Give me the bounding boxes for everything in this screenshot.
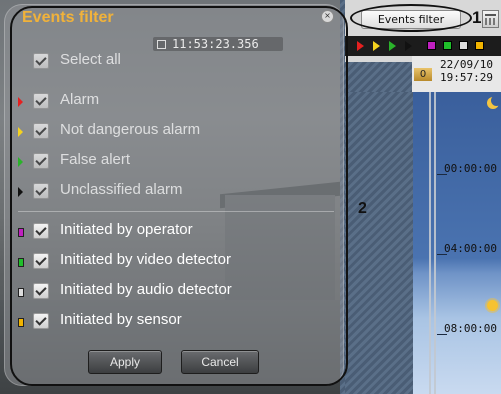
video-detector-icon[interactable] bbox=[443, 41, 452, 50]
callout-ellipse bbox=[350, 4, 472, 32]
false-alert-checkbox[interactable] bbox=[33, 153, 49, 169]
timeline-toolbar bbox=[345, 36, 501, 56]
panel-title: Events filter bbox=[22, 9, 114, 26]
filter-row-audio-detector[interactable]: Initiated by audio detector bbox=[18, 281, 318, 307]
alarm-label: Alarm bbox=[60, 91, 100, 108]
calendar-icon[interactable] bbox=[482, 10, 499, 28]
sensor-event-icon[interactable] bbox=[475, 41, 484, 50]
camera-icon bbox=[157, 39, 166, 49]
select-all-row[interactable]: Select all bbox=[18, 51, 318, 77]
cancel-button[interactable]: Cancel bbox=[181, 350, 259, 374]
filter-row-not-dangerous[interactable]: Not dangerous alarm bbox=[18, 121, 318, 147]
sensor-marker-icon bbox=[18, 318, 24, 327]
panel-separator bbox=[18, 211, 334, 212]
camera-timestamp: 11:53:23.356 bbox=[153, 37, 283, 51]
yellow-event-icon[interactable] bbox=[373, 41, 380, 51]
video-detector-label: Initiated by video detector bbox=[60, 251, 231, 268]
select-all-label: Select all bbox=[60, 51, 121, 68]
false-alert-label: False alert bbox=[60, 151, 131, 168]
alarm-checkbox[interactable] bbox=[33, 93, 49, 109]
filter-row-false-alert[interactable]: False alert bbox=[18, 151, 318, 177]
green-event-icon[interactable] bbox=[389, 41, 396, 51]
callout-number-2: 2 bbox=[358, 200, 367, 217]
timeline-datetime: 22/09/10 19:57:29 bbox=[440, 58, 493, 84]
sensor-label: Initiated by sensor bbox=[60, 311, 182, 328]
timeline-left-strip bbox=[345, 92, 413, 394]
moon-icon bbox=[487, 95, 501, 109]
timeline-time-label: 04:00:00 bbox=[444, 242, 497, 255]
unclassified-marker-icon bbox=[18, 187, 23, 197]
filter-row-video-detector[interactable]: Initiated by video detector bbox=[18, 251, 318, 277]
timeline-time: 19:57:29 bbox=[440, 71, 493, 84]
filter-row-sensor[interactable]: Initiated by sensor bbox=[18, 311, 318, 337]
unclassified-label: Unclassified alarm bbox=[60, 181, 183, 198]
unclassified-checkbox[interactable] bbox=[33, 183, 49, 199]
audio-detector-marker-icon bbox=[18, 288, 24, 297]
alarm-marker-icon bbox=[18, 97, 23, 107]
red-event-icon[interactable] bbox=[357, 41, 364, 51]
operator-checkbox[interactable] bbox=[33, 223, 49, 239]
operator-label: Initiated by operator bbox=[60, 221, 193, 238]
timeline-track-lines bbox=[426, 92, 438, 394]
black-event-icon[interactable] bbox=[405, 41, 412, 51]
not-dangerous-checkbox[interactable] bbox=[33, 123, 49, 139]
close-icon[interactable]: × bbox=[321, 10, 334, 23]
camera-timestamp-text: 11:53:23.356 bbox=[172, 37, 259, 51]
apply-button[interactable]: Apply bbox=[88, 350, 162, 374]
operator-event-icon[interactable] bbox=[427, 41, 436, 50]
filter-row-alarm[interactable]: Alarm bbox=[18, 91, 318, 117]
audio-detector-checkbox[interactable] bbox=[33, 283, 49, 299]
callout-number-1: 1 bbox=[472, 8, 482, 27]
video-detector-checkbox[interactable] bbox=[33, 253, 49, 269]
sensor-checkbox[interactable] bbox=[33, 313, 49, 329]
false-alert-marker-icon bbox=[18, 157, 23, 167]
filter-row-unclassified[interactable]: Unclassified alarm bbox=[18, 181, 318, 207]
filter-row-operator[interactable]: Initiated by operator bbox=[18, 221, 318, 247]
select-all-checkbox[interactable] bbox=[33, 53, 49, 69]
timeline-time-label: 08:00:00 bbox=[444, 322, 497, 335]
audio-detector-label: Initiated by audio detector bbox=[60, 281, 232, 298]
timeline-date: 22/09/10 bbox=[440, 58, 493, 71]
video-detector-marker-icon bbox=[18, 258, 24, 267]
not-dangerous-label: Not dangerous alarm bbox=[60, 121, 201, 138]
not-dangerous-marker-icon bbox=[18, 127, 23, 137]
operator-marker-icon bbox=[18, 228, 24, 237]
audio-detector-icon[interactable] bbox=[459, 41, 468, 50]
sun-icon bbox=[487, 300, 498, 311]
timeline-time-label: 00:00:00 bbox=[444, 162, 497, 175]
event-count-badge: 0 bbox=[414, 68, 432, 81]
